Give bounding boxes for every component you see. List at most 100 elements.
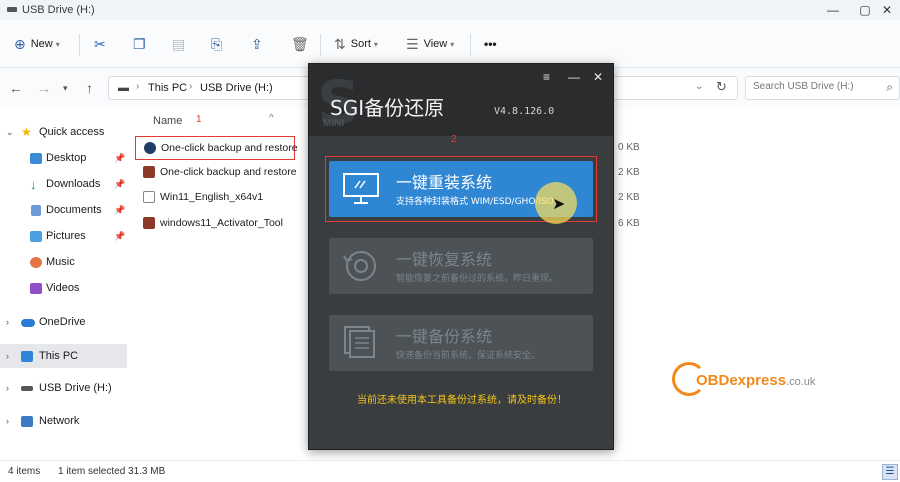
share-icon: ⇪ [251,35,263,52]
new-label: New [30,38,53,50]
chevron-down-icon: ▾ [450,39,455,49]
video-icon [30,282,42,294]
download-arrow-icon: ↓ [30,176,37,192]
view-button[interactable]: ☰ View ▾ [406,34,454,54]
chevron-right-icon[interactable]: › [6,317,9,327]
up-arrow-icon[interactable]: ↑ [86,80,93,96]
drive-icon [21,386,33,391]
back-arrow-icon[interactable]: ← [9,80,23,96]
refresh-icon[interactable]: ↻ [716,79,727,95]
sidebar-item-label: Documents [46,204,102,216]
restore-system-button[interactable]: 一键恢复系统 智能恢复之前备份过的系统，昨日重现。 [329,238,593,294]
search-input[interactable] [753,81,871,92]
chevron-right-icon[interactable]: › [6,383,9,393]
breadcrumb-usb-drive[interactable]: USB Drive (H:) [200,82,273,94]
navigation-pane: ⌄ ★ Quick access Desktop 📌 ↓ Downloads 📌… [0,108,130,460]
sidebar-item-label: OneDrive [39,316,86,328]
sidebar-item-quick-access[interactable]: ⌄ ★ Quick access [0,120,127,144]
sidebar-item-documents[interactable]: Documents 📌 [0,198,127,222]
card-subtitle: 智能恢复之前备份过的系统，昨日重现。 [396,274,559,284]
pin-icon: 📌 [114,204,126,215]
paste-button[interactable]: ▤ [172,34,190,54]
paste-icon: ▤ [172,35,186,52]
sidebar-item-downloads[interactable]: ↓ Downloads 📌 [0,172,127,196]
pin-icon: 📌 [114,152,126,163]
step-annotation-2: 2 [451,134,457,145]
sidebar-item-network[interactable]: › Network [0,409,127,433]
sidebar-item-music[interactable]: Music [0,250,127,274]
close-button[interactable]: ✕ [872,2,900,18]
close-button[interactable]: ✕ [593,70,603,84]
file-row[interactable]: Win11_English_x64v1 [135,186,295,210]
brand-name: OBDexpress [696,372,787,389]
card-title: 一键恢复系统 [396,250,493,269]
app-logo: SGI备份还原 [330,96,445,120]
step-annotation-1: 1 [196,114,202,125]
menu-icon[interactable]: ≡ [543,70,550,84]
picture-icon [30,230,42,242]
sidebar-item-label: Downloads [46,178,101,190]
sgi-backup-dialog: S MINI SGI备份还原 V4.8.126.0 ≡ — ✕ 2 一键重装系统… [308,63,614,450]
file-name: One-click backup and restore [161,142,298,154]
rename-button[interactable]: ⎘ [211,34,227,54]
file-name: One-click backup and restore [160,166,297,178]
chevron-down-icon[interactable]: ⌄ [695,81,703,92]
cloud-icon [21,319,35,327]
column-header-name[interactable]: Name ^ [153,113,274,127]
cut-button[interactable]: ✂ [94,34,111,54]
more-button[interactable]: ••• [484,34,497,54]
chevron-down-icon: ▾ [55,39,60,49]
file-size: 0 KB [618,142,640,153]
file-row[interactable]: windows11_Activator_Tool [135,212,295,236]
sort-button[interactable]: ⇅ Sort ▾ [334,34,378,54]
selection-info: 1 item selected 31.3 MB [58,466,166,477]
search-box[interactable]: ⌕ [745,76,900,100]
sidebar-item-label: This PC [39,350,79,362]
forward-arrow-icon[interactable]: → [37,80,51,96]
delete-button[interactable]: 🗑 [291,34,314,54]
text-file-icon [143,191,155,203]
computer-icon [21,350,33,362]
view-icon: ☰ [406,35,419,52]
minimize-button[interactable]: — [568,70,580,84]
sidebar-item-this-pc[interactable]: › This PC [0,344,127,368]
music-icon [30,256,42,268]
sidebar-item-usb-drive[interactable]: › USB Drive (H:) [0,376,127,400]
rename-icon: ⎘ [211,35,223,52]
copy-button[interactable]: ❐ [133,34,151,54]
divider [79,34,80,56]
sidebar-item-desktop[interactable]: Desktop 📌 [0,146,127,170]
pin-icon: 📌 [114,230,126,241]
copy-icon: ❐ [133,35,146,52]
brand-suffix: .co.uk [786,376,816,388]
sidebar-item-pictures[interactable]: Pictures 📌 [0,224,127,248]
chevron-right-icon[interactable]: › [6,416,9,426]
minimize-button[interactable]: — [818,2,848,18]
chevron-right-icon[interactable]: › [6,351,9,361]
file-row[interactable]: One-click backup and restore [135,136,298,160]
file-size: 2 KB [618,192,640,203]
card-title: 一键备份系统 [396,327,493,346]
backup-system-button[interactable]: 一键备份系统 快速备份当前系统，保证系统安全。 [329,315,593,371]
sidebar-item-videos[interactable]: Videos [0,276,127,300]
chevron-right-icon: › [189,81,193,92]
search-icon: ⌕ [886,80,893,94]
sidebar-item-onedrive[interactable]: › OneDrive [0,310,127,334]
new-button[interactable]: ⊕ New ▾ [14,34,60,54]
breadcrumb-this-pc[interactable]: This PC [148,82,187,94]
share-button[interactable]: ⇪ [251,34,268,54]
sort-icon: ⇅ [334,35,346,52]
file-row[interactable]: One-click backup and restore [135,161,297,185]
details-view-icon[interactable]: ☰ [882,464,898,480]
drive-icon: ▬ [118,82,129,94]
chevron-right-icon: › [136,81,140,92]
file-size: 6 KB [618,218,640,229]
version-label: V4.8.126.0 [494,106,555,117]
recent-chevron-icon[interactable]: ▾ [63,83,68,94]
title-bar: USB Drive (H:) — ▢ ✕ [0,0,900,20]
sidebar-item-label: Quick access [39,126,105,138]
stacked-documents-icon [344,326,375,358]
app-icon [144,142,156,154]
network-icon [21,415,33,427]
chevron-down-icon[interactable]: ⌄ [6,127,14,138]
